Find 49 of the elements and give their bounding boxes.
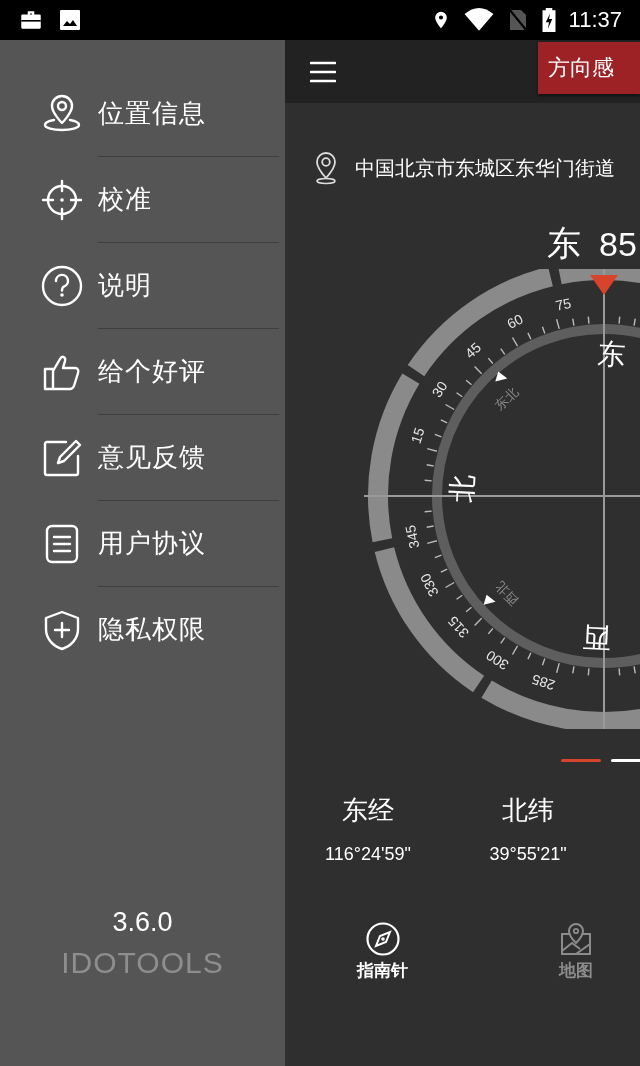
coordinate-value: 39°55'21" bbox=[489, 844, 567, 865]
drawer-menu-item[interactable]: 意见反馈 bbox=[0, 415, 285, 500]
drawer-menu-item[interactable]: 位置信息 bbox=[0, 71, 285, 156]
compass-icon bbox=[364, 921, 401, 957]
degree-label: 315 bbox=[444, 613, 473, 642]
heading-marker-icon bbox=[590, 275, 618, 295]
address-text: 中国北京市东城区东华门街道 bbox=[355, 154, 615, 182]
intercardinal-label: 东北 bbox=[491, 383, 521, 413]
location-pin-icon bbox=[313, 151, 339, 185]
degree-label: 75 bbox=[553, 294, 573, 314]
map-pin-icon bbox=[558, 921, 594, 957]
heading-direction: 东 bbox=[547, 223, 581, 264]
degree-label: 45 bbox=[461, 339, 484, 362]
degree-label: 60 bbox=[504, 310, 526, 333]
version-number: 3.6.0 bbox=[112, 907, 173, 938]
cardinal-label: 东 bbox=[596, 337, 627, 372]
degree-label: 345 bbox=[402, 523, 423, 550]
drawer-menu-item[interactable]: 说明 bbox=[0, 243, 285, 328]
intercardinal-label: 西北 bbox=[491, 579, 521, 609]
drawer-menu-item[interactable]: 校准 bbox=[0, 157, 285, 242]
bottom-nav-tab[interactable]: 指南针 bbox=[357, 921, 408, 982]
battery-charging-icon bbox=[540, 7, 557, 33]
degree-label: 15 bbox=[407, 425, 428, 446]
degree-label: 30 bbox=[428, 378, 451, 401]
crosshair-icon bbox=[40, 177, 84, 222]
cardinal-label: 北 bbox=[445, 473, 480, 504]
drawer-menu-item[interactable]: 用户协议 bbox=[0, 501, 285, 586]
wifi-icon bbox=[462, 8, 495, 32]
coordinate-value: 116°24'59" bbox=[325, 844, 411, 865]
page-indicator-dash[interactable] bbox=[611, 759, 640, 762]
bottom-nav-tab[interactable]: 地图 bbox=[558, 921, 594, 982]
page-indicator-dash[interactable] bbox=[561, 759, 601, 762]
degree-label: 330 bbox=[416, 570, 442, 599]
coordinate-label: 东经 bbox=[342, 794, 394, 827]
degree-label: 300 bbox=[483, 647, 512, 674]
pointer-triangle-icon bbox=[483, 594, 496, 605]
clock-time: 11:37 bbox=[568, 7, 622, 33]
drawer-menu-item[interactable]: 隐私权限 bbox=[0, 587, 285, 672]
menu-icon[interactable] bbox=[310, 60, 336, 83]
coordinate-label: 北纬 bbox=[502, 794, 554, 827]
degree-label: 285 bbox=[529, 671, 557, 694]
image-icon bbox=[58, 8, 82, 32]
heading-degrees: 85 bbox=[599, 224, 637, 264]
cardinal-label: 西 bbox=[581, 620, 612, 655]
pointer-triangle-icon bbox=[495, 371, 508, 382]
brand-logo-text: IDOTOOLS bbox=[61, 946, 224, 980]
help-icon bbox=[40, 263, 84, 308]
drawer-menu-item[interactable]: 给个好评 bbox=[0, 329, 285, 414]
direction-tab-button[interactable]: 方向感 bbox=[538, 41, 640, 94]
